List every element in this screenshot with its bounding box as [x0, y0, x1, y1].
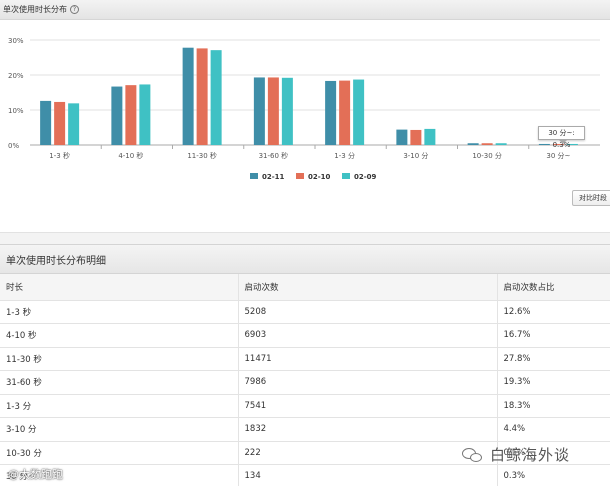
bar: [467, 143, 479, 145]
cell-duration: 31-60 秒: [0, 370, 238, 395]
bar: [495, 143, 507, 145]
cell-launches: 7541: [237, 394, 497, 418]
cell-launches: 222: [237, 441, 497, 465]
column-header-launch-share[interactable]: 启动次数占比: [496, 274, 610, 301]
table-row: 30 分~ 134 0.3%: [0, 464, 610, 486]
bar: [424, 128, 436, 145]
chart-panel-header: 单次使用时长分布 ?: [0, 0, 610, 20]
cell-launches: 5208: [237, 300, 497, 324]
bar-chart: 0% 10% 20% 30% 1-3 秒 4-10 秒 11-30 秒 31-60 秒 1-3 …: [8, 37, 600, 181]
x-tick-label: 1-3 秒: [49, 151, 70, 160]
legend-swatch: [342, 173, 350, 179]
x-tick-label: 10-30 分: [472, 151, 502, 160]
table-row: 4-10 秒 6903 16.7%: [0, 323, 610, 348]
cell-duration: 10-30 分: [0, 441, 238, 465]
panel-separator: [0, 232, 610, 244]
table-header-row: 时长 启动次数 启动次数占比: [0, 274, 610, 301]
table-row: 1-3 分 7541 18.3%: [0, 394, 610, 418]
bar: [481, 143, 493, 145]
bar: [325, 80, 337, 145]
bar: [267, 77, 279, 145]
bar: [68, 103, 80, 145]
y-tick-label: 10%: [8, 107, 24, 115]
y-tick-label: 0%: [8, 142, 19, 150]
table-row: 31-60 秒 7986 19.3%: [0, 370, 610, 395]
column-header-launches[interactable]: 启动次数: [237, 274, 497, 301]
cell-duration: 1-3 分: [0, 394, 238, 418]
table-row: 11-30 秒 11471 27.8%: [0, 347, 610, 371]
cell-share: 12.6%: [496, 300, 610, 324]
y-tick-label: 20%: [8, 72, 24, 80]
watermark-left: @大数跑跑: [8, 468, 63, 481]
cell-share: 19.3%: [496, 370, 610, 395]
bar: [54, 101, 66, 145]
y-tick-label: 30%: [8, 37, 24, 45]
cell-share: 4.4%: [496, 417, 610, 442]
bar: [410, 129, 422, 145]
x-tick-label: 31-60 秒: [259, 151, 289, 160]
table-row: 1-3 秒 5208 12.6%: [0, 300, 610, 324]
cell-launches: 6903: [237, 323, 497, 348]
cell-duration: 3-10 分: [0, 417, 238, 442]
bar: [538, 143, 550, 145]
column-header-duration[interactable]: 时长: [0, 274, 238, 301]
bar: [210, 50, 222, 145]
bar: [111, 86, 123, 145]
chart-title: 单次使用时长分布: [3, 5, 67, 14]
cell-share: 0.3%: [496, 464, 610, 486]
legend-label: 02-09: [354, 173, 377, 181]
cell-launches: 1832: [237, 417, 497, 442]
cell-duration: 1-3 秒: [0, 300, 238, 324]
cell-share: 27.8%: [496, 347, 610, 371]
cell-duration: 4-10 秒: [0, 323, 238, 348]
x-tick-label: 3-10 分: [403, 151, 428, 160]
legend-swatch: [296, 173, 304, 179]
bar: [40, 100, 52, 145]
cell-launches: 7986: [237, 370, 497, 395]
cell-launches: 134: [237, 464, 497, 486]
bar: [353, 79, 365, 145]
help-icon[interactable]: ?: [70, 5, 79, 14]
cell-share: 16.7%: [496, 323, 610, 348]
bar: [182, 47, 194, 146]
legend-swatch: [250, 173, 258, 179]
cell-launches: 11471: [237, 347, 497, 371]
wechat-icon: [462, 446, 484, 464]
bar: [139, 84, 151, 145]
x-tick-label: 4-10 秒: [118, 151, 143, 160]
detail-title: 单次使用时长分布明细: [0, 244, 610, 274]
x-tick-label: 30 分~: [546, 151, 570, 160]
cell-share: 18.3%: [496, 394, 610, 418]
compare-period-button[interactable]: 对比时段: [572, 190, 610, 206]
legend-label: 02-11: [262, 173, 285, 181]
x-tick-label: 1-3 分: [334, 151, 355, 160]
table-row: 3-10 分 1832 4.4%: [0, 417, 610, 442]
bar: [396, 129, 408, 145]
bar: [125, 85, 137, 145]
legend-label: 02-10: [308, 173, 331, 181]
watermark-right-text: 白鲸海外谈: [490, 446, 571, 464]
bar: [339, 80, 351, 145]
bar: [196, 48, 208, 145]
bar: [253, 77, 265, 145]
cell-duration: 11-30 秒: [0, 347, 238, 371]
chart-panel: 单次使用时长分布 ? 0% 10% 20% 30% 1-3 秒 4-10 秒 11-30 秒…: [0, 0, 610, 232]
watermark-right: 白鲸海外谈: [462, 444, 570, 465]
bar: [281, 77, 293, 145]
chart-tooltip: 30 分~: 0.3%: [538, 126, 585, 149]
x-tick-label: 11-30 秒: [187, 151, 217, 160]
